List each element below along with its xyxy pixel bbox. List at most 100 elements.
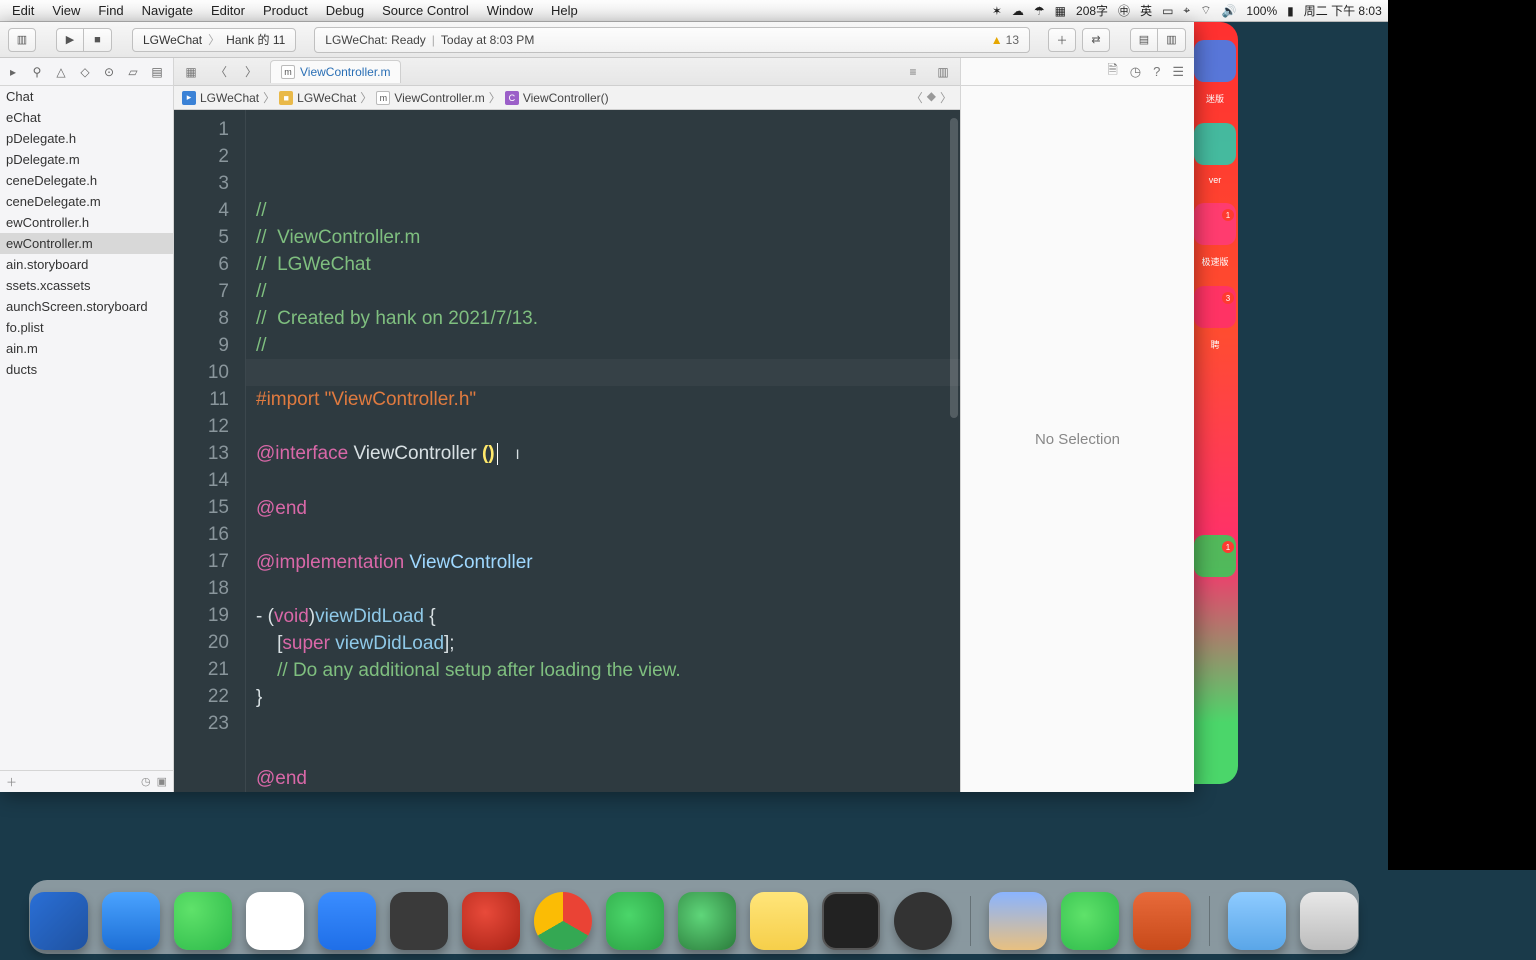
dock-app-preview[interactable]	[989, 892, 1047, 950]
dock-app-screenshot[interactable]	[894, 892, 952, 950]
dock-app-xcode[interactable]	[102, 892, 160, 950]
file-tree-item[interactable]: ssets.xcassets	[0, 275, 173, 296]
menu-window[interactable]: Window	[487, 3, 533, 18]
dock-app-notes[interactable]	[750, 892, 808, 950]
dock-app-trash[interactable]	[1300, 892, 1358, 950]
stop-button[interactable]: ■	[84, 28, 112, 52]
code-line[interactable]: - (void)viewDidLoad {	[256, 603, 950, 630]
file-tree-item[interactable]: ain.m	[0, 338, 173, 359]
code-line[interactable]: #import "ViewController.h"	[256, 386, 950, 413]
file-tree-item[interactable]: fo.plist	[0, 317, 173, 338]
clock-icon[interactable]: ◷	[141, 775, 151, 788]
file-tree-item[interactable]: eChat	[0, 107, 173, 128]
menu-source-control[interactable]: Source Control	[382, 3, 469, 18]
code-line[interactable]: @implementation ViewController	[256, 549, 950, 576]
menu-find[interactable]: Find	[98, 3, 123, 18]
menu-edit[interactable]: Edit	[12, 3, 34, 18]
history-inspector-icon[interactable]: ◷	[1130, 64, 1141, 80]
editor-tab[interactable]: m ViewController.m	[270, 60, 401, 83]
menu-help[interactable]: Help	[551, 3, 578, 18]
code-line[interactable]	[256, 738, 950, 765]
warning-indicator[interactable]: ▲ 13	[991, 33, 1019, 47]
help-inspector-icon[interactable]: ?	[1153, 64, 1160, 79]
search-icon[interactable]: ⚲	[28, 65, 46, 79]
dock-app-sublime[interactable]	[390, 892, 448, 950]
file-tree-item[interactable]: ewController.m	[0, 233, 173, 254]
file-tree-item[interactable]: ewController.h	[0, 212, 173, 233]
run-button[interactable]: ▶	[56, 28, 84, 52]
scope-icon[interactable]: ▣	[157, 775, 167, 788]
dock-app-finder[interactable]	[30, 892, 88, 950]
ime-icon[interactable]: 英	[1140, 2, 1152, 19]
next-icon[interactable]: 〉	[940, 89, 952, 106]
inspector-toggle-button[interactable]: ▥	[1158, 28, 1186, 52]
file-tree-item[interactable]: ain.storyboard	[0, 254, 173, 275]
test-icon[interactable]: ◇	[76, 65, 94, 79]
code-line[interactable]: }	[256, 684, 950, 711]
status-icon[interactable]: ▦	[1055, 4, 1066, 18]
menu-product[interactable]: Product	[263, 3, 308, 18]
file-tree-item[interactable]: Chat	[0, 86, 173, 107]
file-tree-item[interactable]: ceneDelegate.h	[0, 170, 173, 191]
code-line[interactable]: // Do any additional setup after loading…	[256, 657, 950, 684]
scheme-selector[interactable]: LGWeChat 〉 Hank 的 11	[132, 28, 296, 52]
wifi-icon[interactable]: ⌔	[1200, 3, 1211, 18]
dock-app-facetime[interactable]	[1061, 892, 1119, 950]
code-line[interactable]: // LGWeChat	[256, 251, 950, 278]
ime-count[interactable]: 208字	[1076, 2, 1108, 19]
file-tree-item[interactable]: aunchScreen.storyboard	[0, 296, 173, 317]
debug-icon[interactable]: ⊙	[100, 65, 118, 79]
dock-app-terminal[interactable]	[822, 892, 880, 950]
code-line[interactable]: // Created by hank on 2021/7/13.	[256, 305, 950, 332]
scrollbar-thumb[interactable]	[950, 118, 958, 418]
phone-app-icon[interactable]	[1194, 40, 1236, 82]
adjust-editor-icon[interactable]: ▥	[932, 65, 954, 79]
clock[interactable]: 周二 下午 8:03	[1304, 2, 1382, 19]
volume-icon[interactable]: 🔊	[1221, 4, 1236, 18]
code-line[interactable]	[256, 711, 950, 738]
phone-app-icon[interactable]	[1194, 123, 1236, 165]
ime-icon[interactable]: ㊥	[1118, 2, 1130, 19]
screenmirror-icon[interactable]: ▭	[1162, 4, 1173, 18]
file-inspector-icon[interactable]: 🗎	[1107, 61, 1117, 83]
file-tree-item[interactable]: ducts	[0, 359, 173, 380]
related-items-icon[interactable]: ▦	[180, 65, 202, 79]
warning-icon[interactable]: △	[52, 65, 70, 79]
library-button[interactable]: ＋	[1048, 28, 1076, 52]
minimap-icon[interactable]: ≡	[902, 65, 924, 79]
sidebar-toggle-button[interactable]: ▥	[8, 28, 36, 52]
menu-view[interactable]: View	[52, 3, 80, 18]
forward-button[interactable]: 〉	[240, 63, 262, 80]
code-line[interactable]: // ViewController.m	[256, 224, 950, 251]
code-line[interactable]: @end	[256, 765, 950, 792]
menu-navigate[interactable]: Navigate	[142, 3, 193, 18]
battery-text[interactable]: 100%	[1246, 4, 1277, 18]
dock-app-evernote[interactable]	[606, 892, 664, 950]
status-icon[interactable]: ✶	[992, 4, 1002, 18]
dock-app-androidstudio[interactable]	[678, 892, 736, 950]
code-editor[interactable]: 1234567891011121314151617181920212223 //…	[174, 110, 960, 792]
file-tree-item[interactable]: pDelegate.m	[0, 149, 173, 170]
dock-app-wechat[interactable]	[174, 892, 232, 950]
menu-debug[interactable]: Debug	[326, 3, 364, 18]
file-tree-item[interactable]: ceneDelegate.m	[0, 191, 173, 212]
dock-app-qq[interactable]	[246, 892, 304, 950]
dock-app-chrome[interactable]	[534, 892, 592, 950]
code-line[interactable]: //	[256, 332, 950, 359]
battery-icon[interactable]: ▮	[1287, 4, 1294, 18]
code-line[interactable]	[256, 468, 950, 495]
file-tree[interactable]: ChateChatpDelegate.hpDelegate.mceneDeleg…	[0, 86, 173, 770]
bluetooth-icon[interactable]: ⌖	[1183, 3, 1190, 18]
dock-app-ding[interactable]	[318, 892, 376, 950]
code-line[interactable]	[256, 576, 950, 603]
code-line[interactable]: @interface ViewController ()I	[256, 440, 950, 468]
code-line[interactable]: [super viewDidLoad];	[256, 630, 950, 657]
status-icon[interactable]: ☁︎	[1012, 4, 1024, 18]
dock-app-ppt[interactable]	[1133, 892, 1191, 950]
jump-bar[interactable]: ▸LGWeChat 〉 ■LGWeChat 〉 mViewController.…	[174, 86, 960, 110]
attributes-inspector-icon[interactable]: ☰	[1172, 64, 1184, 80]
code-line[interactable]: //	[256, 197, 950, 224]
prev-icon[interactable]: 〈	[911, 89, 923, 106]
folder-icon[interactable]: ▸	[4, 65, 22, 79]
status-icon[interactable]: ☂︎	[1034, 4, 1045, 18]
